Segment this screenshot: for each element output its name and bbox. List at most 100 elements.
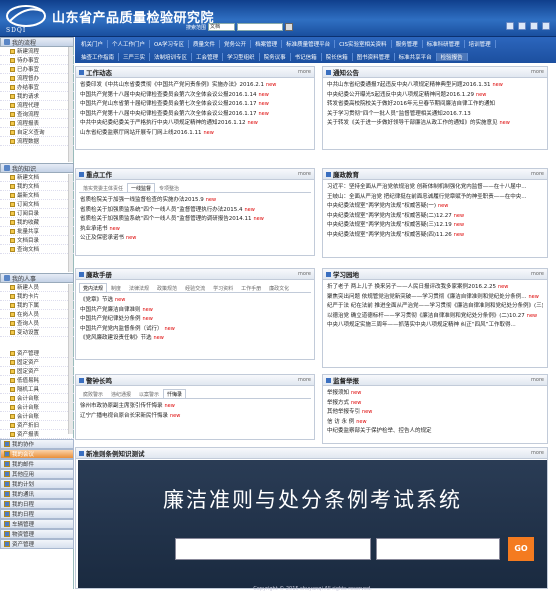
list-item[interactable]: 纪严于法 纪在法前 推进全面从严治党——学习贯彻《廉洁自律准则和党纪处分条例》(… [327,302,543,312]
sidebar-item[interactable]: 流程报表 [0,119,74,128]
tab-warn[interactable]: 违纪通报 [107,389,135,398]
sidebar-module-tab[interactable]: 我的日程 [0,509,74,519]
list-item[interactable]: 中央八项规定实施三周年——抓落实中央八项规定精神 纠正“四风”工作取得... [327,321,543,331]
tab-manual[interactable]: 学习资料 [209,283,237,292]
sidebar-item[interactable]: 变动设置 [0,328,74,337]
sidebar-item[interactable]: 查询文档 [0,245,74,254]
list-item[interactable]: 中国共产党山东省第十届纪律检查委员会第七次全体会议公报2016.1.17 new [80,100,310,110]
list-item[interactable]: 转发省委高校院校关于做好2016年元旦春节期间廉洁自律工作的通知 [327,100,543,110]
nav-item[interactable]: 院务议事 [260,52,291,61]
sidebar-item[interactable]: 订阅文档 [0,200,74,209]
sidebar-item[interactable]: 办结事宜 [0,83,74,92]
list-item[interactable]: 省质检院关于加强一线监督检查的实施办法2015.9 new [80,196,310,206]
sidebar-item[interactable]: 最新文档 [0,191,74,200]
sidebar-module-tab[interactable]: 资产管理 [0,539,74,549]
nav-item[interactable]: 培训管理 [465,39,496,48]
sidebar-item[interactable]: 会计台账 [0,412,74,421]
sidebar-item[interactable]: 我的文档 [0,182,74,191]
sidebar-item[interactable]: 订阅目录 [0,209,74,218]
nav-item[interactable]: CIS实验室相关资料 [335,39,392,48]
search-input[interactable] [237,23,284,31]
sidebar-module-tab[interactable]: 我的会议 [0,449,74,459]
sidebar-item[interactable]: 低值易耗 [0,376,74,385]
list-item[interactable]: 中央纪委法规室“两学党内法规”权威答疑(二)12.27 new [327,212,543,222]
sidebar-item[interactable]: 隔机工具 [0,385,74,394]
sidebar-item[interactable]: 流程数据 [0,137,74,146]
sidebar-module-tab[interactable]: 我的邮件 [0,459,74,469]
nav-item[interactable]: 三严三实 [119,52,151,61]
list-item[interactable]: 中国共产党党内监督条例（试行） new [80,325,310,335]
tab-key[interactable]: 一线监督 [127,183,156,192]
sidebar-item[interactable]: 我的下属 [0,301,74,310]
sidebar-item[interactable]: 新建文档 [0,173,74,182]
list-item[interactable]: 《党章》节选 new [80,296,310,306]
more-link[interactable]: more [298,171,311,177]
sidebar-scrollbar[interactable] [68,47,73,162]
list-item[interactable]: 中国共产党第十八届中央纪律检查委员会第六次全体会议公报2016.1.17 new [80,110,310,120]
list-item[interactable]: 省质检关于加强质监系统“四个一线人员”监督管理执行办法2015.4 new [80,206,310,216]
more-link[interactable]: more [531,271,544,277]
exam-username-field[interactable] [175,538,371,560]
more-link[interactable]: more [531,450,544,456]
list-item[interactable]: 举报须知 new [327,389,543,399]
sidebar-workflow-header[interactable]: 我的流程 [0,37,74,47]
sidebar-module-tab[interactable]: 物资管理 [0,529,74,539]
tab-key[interactable]: 落实党委主体责任 [79,183,127,192]
sidebar-item[interactable]: 资产报表 [0,430,74,439]
sidebar-item[interactable]: 会计台账 [0,403,74,412]
sidebar-item[interactable]: 固定资产 [0,367,74,376]
tab-key[interactable]: 专项整治 [155,183,183,192]
list-item[interactable]: 聚焦突出问题 依规管党治党新突破——学习贯彻《廉洁自律准则和党纪处分条例... n… [327,293,543,303]
sidebar-item[interactable]: 固定资产 [0,358,74,367]
nav-item[interactable]: 检验报告 [436,52,468,61]
sidebar-item[interactable]: 查询流程 [0,110,74,119]
list-item[interactable]: 其他举报专引 new [327,408,543,418]
sidebar-item[interactable]: 资产管理 [0,349,74,358]
nav-item[interactable]: 图书资料管理 [353,52,395,61]
list-item[interactable]: 中纪委监察部关于保护检举、控告人的规定 [327,427,543,437]
tab-manual[interactable]: 法律法规 [125,283,153,292]
tab-warn[interactable]: 以案警示 [135,389,163,398]
nav-item[interactable]: 书记信箱 [291,52,322,61]
nav-item[interactable]: 标准共享平台 [395,52,437,61]
list-item[interactable]: 山东省纪委监察厅网站开展专门网上线2016.1.11 new [80,129,310,139]
sidebar-item[interactable]: 流程督办 [0,74,74,83]
sidebar-module-tab[interactable]: 其他应用 [0,469,74,479]
nav-item[interactable]: 院长信箱 [322,52,353,61]
nav-item[interactable]: 个人工作门户 [108,39,151,48]
more-link[interactable]: more [531,377,544,383]
list-item[interactable]: 中国共产党廉洁自律准则 new [80,306,310,316]
sidebar-module-tab[interactable]: 我的计划 [0,479,74,489]
more-link[interactable]: more [298,69,311,75]
more-link[interactable]: more [531,171,544,177]
search-select[interactable]: 文档 [208,23,236,31]
nav-item[interactable]: 标准质量管理平台 [282,39,336,48]
sidebar-item[interactable]: 在岗人员 [0,310,74,319]
tab-manual[interactable]: 党内法规 [79,283,108,292]
sidebar-item[interactable]: 资产折旧 [0,421,74,430]
sidebar-module-tab[interactable]: 车辆管理 [0,519,74,529]
list-item[interactable]: 关于转发《关于进一步做好领导干部廉洁从政工作的通知》的实施意见 new [327,119,543,129]
list-item[interactable]: 关于学习贯彻“四个一批人员”监督管理相关通知2016.7.13 [327,110,543,120]
sidebar-item[interactable]: 会计台账 [0,394,74,403]
nav-item[interactable]: 标准科研管理 [423,39,465,48]
help-icon[interactable] [530,22,538,30]
more-link[interactable]: more [531,69,544,75]
list-item[interactable]: 中央纪委法规室“两学党内法规”权威答疑(一) new [327,202,543,212]
list-item[interactable]: 公正及保密承诺书 new [80,234,310,244]
sidebar-item[interactable]: 已办事宜 [0,65,74,74]
nav-item[interactable]: 抽查工作指南 [77,52,120,61]
sidebar-module-tab[interactable]: 我的协作 [0,439,74,449]
list-item[interactable]: 省质检关于加强质监系统“四个一线人员”监督管理的调研报告2014.11 new [80,215,310,225]
list-item[interactable]: 辽宁广播电视台原台长宋新民忏悔录 new [80,412,310,422]
sidebar-item[interactable]: 我的请求 [0,92,74,101]
home-icon[interactable] [506,22,514,30]
sidebar-knowledge-header[interactable]: 我的知识 [0,163,74,173]
tab-manual[interactable]: 政策规范 [153,283,181,292]
nav-item[interactable]: 党务公开 [220,39,252,48]
sidebar-scrollbar[interactable] [68,284,73,434]
list-item[interactable]: 中共山东省纪委通报7起违反中央八项规定精神典型问题2016.1.31 new [327,81,543,91]
list-item[interactable]: 中共中央纪委纪委关于严格执行中央八项规定精神的通知2016.1.12 new [80,119,310,129]
sidebar-item[interactable]: 文档目录 [0,236,74,245]
tab-manual[interactable]: 经验交流 [181,283,209,292]
